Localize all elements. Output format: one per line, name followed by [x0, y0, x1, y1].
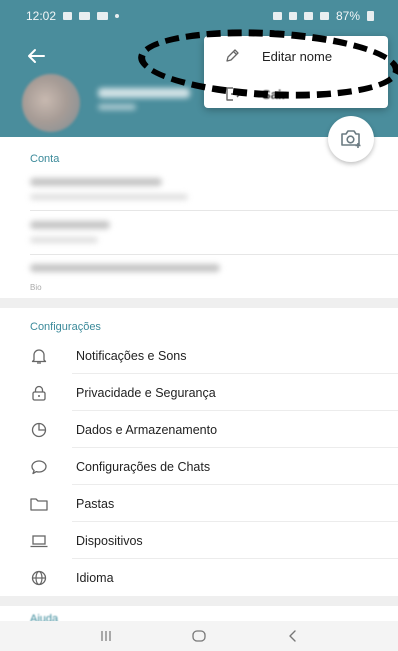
- recent-apps-button[interactable]: [91, 624, 121, 648]
- divider: [30, 210, 398, 211]
- settings-item-label: Pastas: [76, 497, 115, 511]
- divider: [72, 521, 398, 522]
- battery-icon: [367, 11, 374, 21]
- gallery-notification-icon: [79, 12, 91, 20]
- alarm-icon: [272, 12, 282, 20]
- status-bar: 12:02 87%: [0, 0, 398, 32]
- settings-item-label: Notificações e Sons: [76, 349, 187, 363]
- username-redacted: [30, 221, 110, 229]
- wifi-icon: [303, 12, 313, 20]
- divider: [72, 447, 398, 448]
- mute-icon: [288, 12, 297, 20]
- account-bio-row[interactable]: [0, 256, 398, 296]
- home-button[interactable]: [184, 624, 214, 648]
- recent-apps-icon: [101, 631, 111, 641]
- system-navigation-bar: [0, 621, 398, 651]
- divider: [72, 558, 398, 559]
- signal-icon: [319, 12, 329, 20]
- section-separator: [0, 596, 398, 606]
- pie-chart-icon: [28, 421, 50, 439]
- settings-item-devices[interactable]: Dispositivos: [0, 523, 398, 559]
- settings-item-label: Configurações de Chats: [76, 460, 211, 474]
- set-photo-button[interactable]: [328, 116, 374, 162]
- settings-item-notifications[interactable]: Notificações e Sons: [0, 338, 398, 374]
- battery-level: 87%: [335, 9, 360, 23]
- status-time: 12:02: [26, 9, 57, 23]
- account-username-row[interactable]: [0, 212, 398, 252]
- send-notification-icon: [63, 12, 73, 20]
- settings-item-chat-settings[interactable]: Configurações de Chats: [0, 449, 398, 485]
- folder-icon: [28, 495, 50, 513]
- camera-add-icon: [341, 130, 361, 148]
- lock-icon: [28, 384, 50, 402]
- laptop-icon: [28, 532, 50, 550]
- bell-icon: [28, 347, 50, 365]
- back-button[interactable]: [22, 44, 50, 68]
- message-notification-icon: [97, 12, 109, 20]
- bio-label: Bio: [30, 283, 42, 292]
- phone-number-redacted: [30, 178, 162, 186]
- system-back-button[interactable]: [277, 624, 307, 648]
- bio-text-redacted: [30, 264, 220, 272]
- divider: [72, 373, 398, 374]
- settings-item-label: Privacidade e Segurança: [76, 386, 216, 400]
- profile-status-redacted: [98, 104, 136, 110]
- divider: [72, 410, 398, 411]
- settings-item-language[interactable]: Idioma: [0, 560, 398, 596]
- divider: [72, 484, 398, 485]
- username-caption-redacted: [30, 237, 98, 243]
- settings-item-label: Idioma: [76, 571, 114, 585]
- account-phone-row[interactable]: [0, 168, 398, 208]
- phone-caption-redacted: [30, 194, 188, 200]
- divider: [30, 254, 398, 255]
- section-title-settings: Configurações: [30, 321, 101, 333]
- profile-name-redacted: [98, 88, 190, 98]
- settings-item-label: Dispositivos: [76, 534, 143, 548]
- settings-item-data-storage[interactable]: Dados e Armazenamento: [0, 412, 398, 448]
- more-notifications-icon: [115, 14, 120, 18]
- settings-item-folders[interactable]: Pastas: [0, 486, 398, 522]
- back-nav-icon: [288, 630, 296, 642]
- home-icon: [192, 630, 206, 642]
- settings-item-label: Dados e Armazenamento: [76, 423, 218, 437]
- avatar[interactable]: [22, 74, 80, 132]
- chat-bubble-icon: [28, 458, 50, 476]
- section-separator: [0, 298, 398, 308]
- settings-item-privacy[interactable]: Privacidade e Segurança: [0, 375, 398, 411]
- section-title-account: Conta: [30, 153, 60, 165]
- arrow-left-icon: [28, 49, 45, 63]
- globe-icon: [28, 569, 50, 587]
